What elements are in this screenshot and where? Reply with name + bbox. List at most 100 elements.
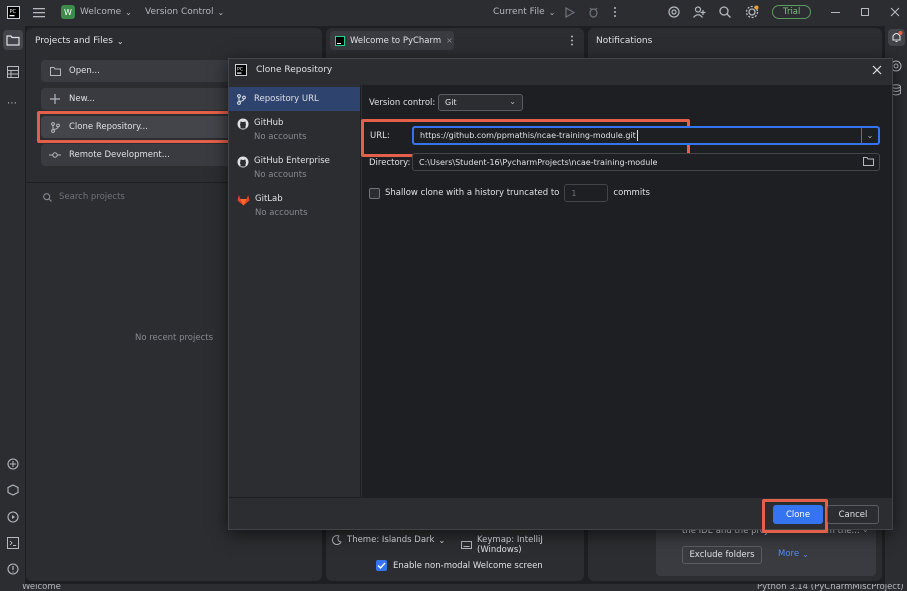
shallow-depth-input[interactable]: 1	[564, 184, 609, 202]
vcs-widget[interactable]: Version Control ⌄	[145, 7, 224, 17]
open-label: Open...	[69, 66, 100, 76]
url-value: https://github.com/ppmathis/ncae-trainin…	[420, 131, 636, 140]
folder-icon	[49, 66, 61, 76]
source-gitlab[interactable]: GitLab No accounts	[229, 194, 360, 218]
search-projects-field[interactable]: Search projects	[43, 192, 125, 202]
dialog-footer: Clone Cancel	[229, 497, 892, 533]
theme-selector[interactable]: Theme: Islands Dark ⌄	[332, 535, 445, 545]
shallow-clone-checkbox[interactable]	[369, 187, 380, 199]
maximize-icon[interactable]	[861, 8, 870, 17]
chevron-down-icon: ⌄	[548, 7, 556, 17]
clone-form: Version control: Git ⌄ URL: https://gith…	[361, 85, 892, 497]
keymap-selector[interactable]: Keymap: IntelliJ (Windows)	[461, 535, 584, 555]
more-tools-icon[interactable]: ⋯	[7, 98, 17, 109]
directory-value: C:\Users\Student-16\PycharmProjects\ncae…	[419, 157, 658, 167]
clone-source-list: Repository URL GitHub No accounts GitHub…	[229, 85, 361, 497]
run-tool-icon[interactable]	[7, 511, 19, 523]
projects-panel-header[interactable]: Projects and Files ⌄	[35, 36, 124, 46]
problems-icon[interactable]	[7, 563, 19, 575]
browse-folder-icon[interactable]	[863, 157, 874, 166]
notifications-bell-icon[interactable]	[888, 29, 905, 46]
notifications-header: Notifications	[596, 36, 653, 46]
source-github[interactable]: GitHub No accounts	[229, 118, 360, 142]
github-icon	[237, 156, 249, 180]
nonmodal-label: Enable non-modal Welcome screen	[393, 560, 543, 571]
add-user-icon[interactable]	[693, 6, 706, 18]
nonmodal-welcome-checkbox[interactable]: Enable non-modal Welcome screen	[376, 560, 543, 571]
structure-icon[interactable]	[7, 66, 19, 78]
status-bar: Welcome Python 3.14 (PyCharmMiscProject)	[0, 584, 907, 591]
github-icon	[237, 118, 249, 142]
vcs-label: Version control:	[369, 98, 436, 108]
tab-label: Welcome to PyCharm	[350, 35, 442, 46]
source-github-enterprise[interactable]: GitHub Enterprise No accounts	[229, 156, 360, 180]
close-dialog-icon[interactable]	[872, 65, 882, 75]
tab-welcome[interactable]: Welcome to PyCharm ×	[330, 31, 454, 50]
source-label: GitHub	[254, 118, 284, 128]
panel-title: Projects and Files	[35, 36, 113, 46]
url-input[interactable]: https://github.com/ppmathis/ncae-trainin…	[412, 126, 880, 145]
remote-development-button[interactable]: Remote Development...	[41, 144, 255, 166]
source-label: GitLab	[255, 194, 283, 204]
search-icon	[43, 192, 52, 202]
main-menu-icon[interactable]	[33, 6, 45, 18]
close-tab-icon[interactable]: ×	[446, 36, 453, 45]
project-name: Welcome	[80, 7, 122, 17]
search-icon[interactable]	[719, 6, 731, 18]
chevron-down-icon: ⌄	[217, 7, 225, 17]
directory-input[interactable]: C:\Users\Student-16\PycharmProjects\ncae…	[412, 153, 880, 171]
run-icon[interactable]	[565, 7, 575, 18]
clone-highlight-box	[37, 111, 231, 143]
cancel-button[interactable]: Cancel	[827, 505, 879, 524]
source-sublabel: No accounts	[254, 170, 307, 180]
more-link[interactable]: More ⌄	[778, 549, 809, 559]
more-label: More	[778, 549, 800, 559]
run-config-widget[interactable]: Current File ⌄	[493, 7, 555, 17]
remote-icon	[49, 151, 61, 159]
project-badge: W	[61, 5, 75, 19]
source-label: GitHub Enterprise	[254, 156, 330, 166]
source-repository-url[interactable]: Repository URL	[229, 87, 360, 111]
text-caret	[636, 130, 638, 141]
pycharm-tab-icon	[335, 35, 345, 46]
projects-tool-button[interactable]	[3, 30, 23, 50]
vcs-select[interactable]: Git ⌄	[438, 94, 523, 111]
project-widget[interactable]: W Welcome ⌄	[61, 5, 132, 19]
checkbox-checked-icon	[376, 560, 387, 571]
python-packages-icon[interactable]	[7, 458, 19, 470]
chevron-down-icon: ⌄	[802, 549, 809, 559]
shallow-clone-option: Shallow clone with a history truncated t…	[369, 184, 650, 202]
remote-label: Remote Development...	[69, 150, 170, 160]
gitlab-icon	[237, 194, 250, 218]
clone-button[interactable]: Clone	[773, 505, 823, 524]
source-label: Repository URL	[254, 94, 319, 104]
services-icon[interactable]	[7, 484, 19, 496]
minimize-icon[interactable]	[831, 12, 841, 14]
status-interpreter[interactable]: Python 3.14 (PyCharmMiscProject)	[757, 584, 904, 591]
close-window-icon[interactable]	[890, 7, 900, 17]
left-tool-strip: ⋯	[0, 26, 26, 591]
url-history-chevron-icon[interactable]: ⌄	[861, 128, 878, 143]
app-logo-icon: PC	[7, 6, 20, 19]
open-project-button[interactable]: Open...	[41, 60, 255, 82]
source-sublabel: No accounts	[254, 132, 307, 142]
new-project-button[interactable]: New...	[41, 88, 255, 110]
ai-assistant-icon[interactable]	[668, 6, 680, 18]
tab-options-icon[interactable]	[570, 35, 574, 46]
dialog-title: Clone Repository	[256, 65, 333, 75]
svg-text:PC: PC	[237, 67, 243, 73]
run-config-label: Current File	[493, 7, 545, 17]
settings-gear-icon[interactable]	[745, 5, 759, 19]
dialog-app-icon: PC	[235, 64, 247, 76]
debug-icon[interactable]	[588, 6, 599, 18]
title-bar: PC W Welcome ⌄ Version Control ⌄ Current…	[0, 0, 907, 26]
source-sublabel: No accounts	[255, 208, 308, 218]
terminal-icon[interactable]	[7, 537, 19, 549]
more-actions-icon[interactable]	[613, 6, 617, 18]
trial-badge[interactable]: Trial	[772, 5, 812, 19]
search-placeholder: Search projects	[59, 192, 125, 202]
status-left: Welcome	[22, 584, 61, 591]
shallow-suffix: commits	[613, 188, 650, 198]
exclude-folders-button[interactable]: Exclude folders	[682, 546, 762, 564]
chevron-down-icon: ⌄	[509, 97, 516, 106]
